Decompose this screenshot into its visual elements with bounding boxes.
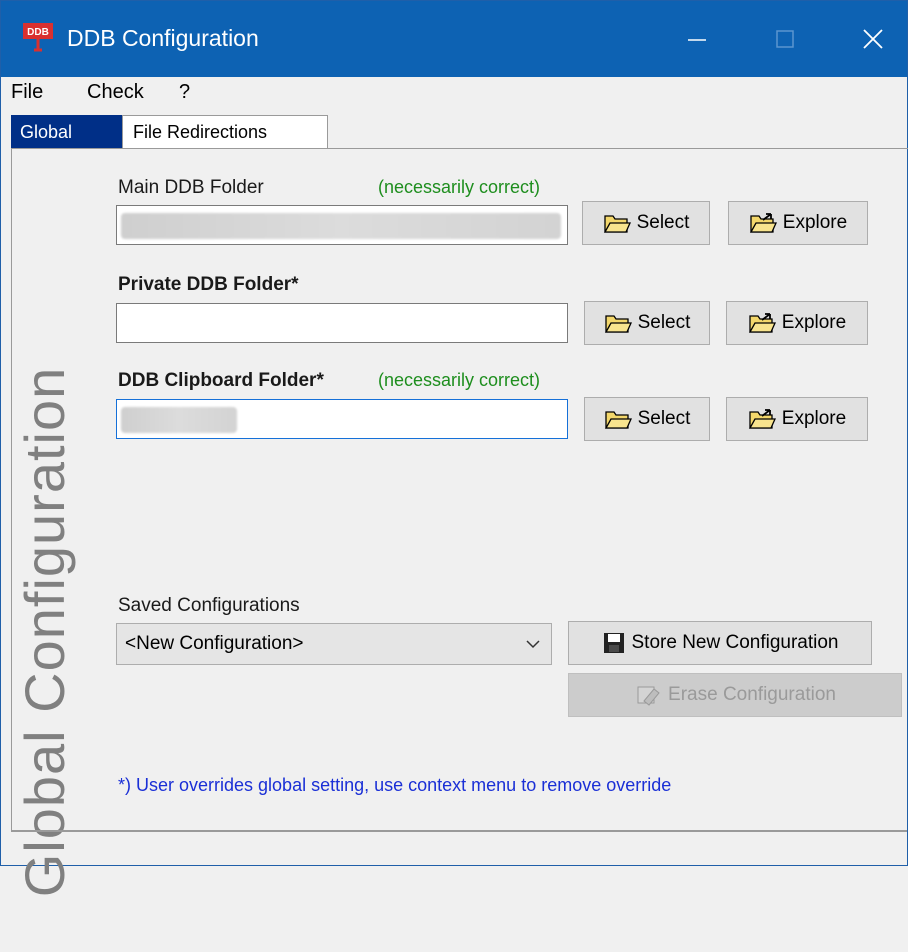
clipboard-folder-input[interactable] [116,399,568,439]
clipboard-folder-label: DDB Clipboard Folder* [118,370,324,391]
maximize-icon [776,30,794,48]
explore-label: Explore [782,212,848,233]
minimize-icon [688,39,706,41]
tab-file-redirections[interactable]: File Redirections [122,115,328,148]
private-folder-explore-button[interactable]: Explore [726,301,868,345]
redacted-path [121,213,561,239]
explore-label: Explore [781,312,847,333]
folder-open-icon [604,315,632,333]
saved-configurations-label: Saved Configurations [118,595,300,616]
maximize-button[interactable] [741,1,829,77]
svg-text:DDB: DDB [27,27,49,38]
store-configuration-button[interactable]: Store New Configuration [568,621,872,665]
clipboard-folder-explore-button[interactable]: Explore [726,397,868,441]
main-folder-select-button[interactable]: Select [582,201,710,245]
folder-open-icon [604,411,632,429]
erase-configuration-label: Erase Configuration [668,684,836,705]
ddb-app-icon: DDB [23,23,53,52]
close-icon [863,29,883,49]
private-folder-input[interactable] [116,303,568,343]
title-bar[interactable]: DDB DDB Configuration [1,1,907,77]
menu-check[interactable]: Check [87,81,144,104]
saved-configurations-select[interactable]: <New Configuration> [116,623,552,665]
menu-bar: File Check ? [1,77,907,113]
eraser-icon [637,686,660,706]
chevron-down-icon [526,640,540,649]
menu-help[interactable]: ? [179,81,190,104]
private-folder-label: Private DDB Folder* [118,274,299,295]
folder-explore-icon [748,409,776,429]
redacted-path [121,407,237,433]
store-configuration-label: Store New Configuration [631,632,839,653]
select-label: Select [637,312,691,333]
select-label: Select [636,212,690,233]
folder-explore-icon [748,313,776,333]
global-config-panel: Global Configuration Main DDB Folder (ne… [11,148,908,897]
main-folder-label: Main DDB Folder [118,177,264,198]
close-button[interactable] [829,1,908,77]
explore-label: Explore [781,408,847,429]
folder-open-icon [603,215,631,233]
select-label: Select [637,408,691,429]
folder-explore-icon [749,213,777,233]
minimize-button[interactable] [653,1,741,77]
erase-configuration-button[interactable]: Erase Configuration [568,673,902,717]
clipboard-folder-select-button[interactable]: Select [584,397,710,441]
tab-global[interactable]: Global [11,115,123,148]
status-bar [11,830,907,867]
main-folder-input[interactable] [116,205,568,245]
private-folder-select-button[interactable]: Select [584,301,710,345]
menu-file[interactable]: File [11,81,43,104]
main-folder-note: (necessarily correct) [378,177,541,197]
window-title: DDB Configuration [67,25,259,51]
main-folder-explore-button[interactable]: Explore [728,201,868,245]
clipboard-folder-note: (necessarily correct) [378,370,541,390]
override-footnote: *) User overrides global setting, use co… [118,775,672,795]
save-disk-icon [603,633,624,653]
app-window: DDB DDB Configuration File Check ? Globa… [0,0,908,897]
saved-configurations-value: <New Configuration> [125,633,304,654]
